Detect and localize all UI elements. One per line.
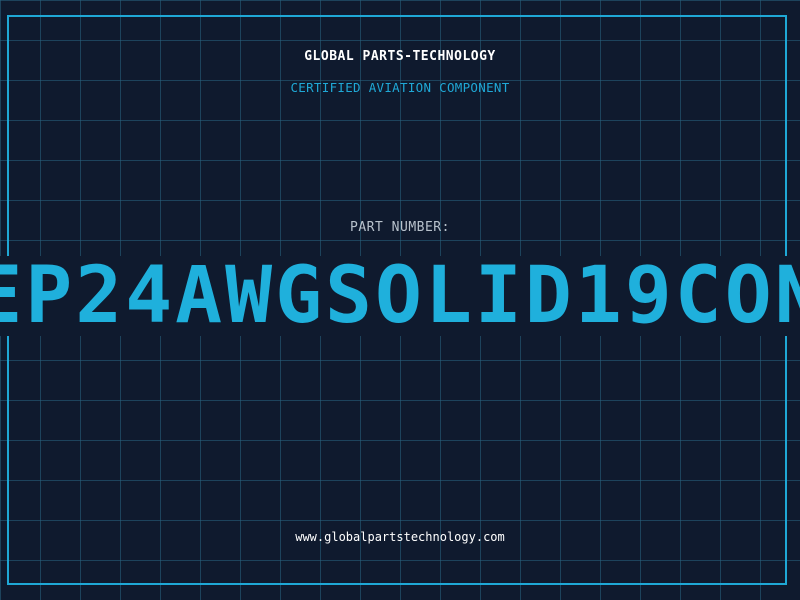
label-card: GLOBAL PARTS-TECHNOLOGY CERTIFIED AVIATI… [0, 0, 800, 600]
part-number-value: FEP24AWGSOLID19COND [0, 256, 800, 336]
part-number-label: PART NUMBER: [350, 220, 450, 235]
part-number-band: FEP24AWGSOLID19COND [0, 256, 800, 336]
website-url: www.globalpartstechnology.com [295, 530, 505, 544]
certification-subtitle: CERTIFIED AVIATION COMPONENT [290, 80, 510, 95]
company-name: GLOBAL PARTS-TECHNOLOGY [304, 49, 496, 64]
